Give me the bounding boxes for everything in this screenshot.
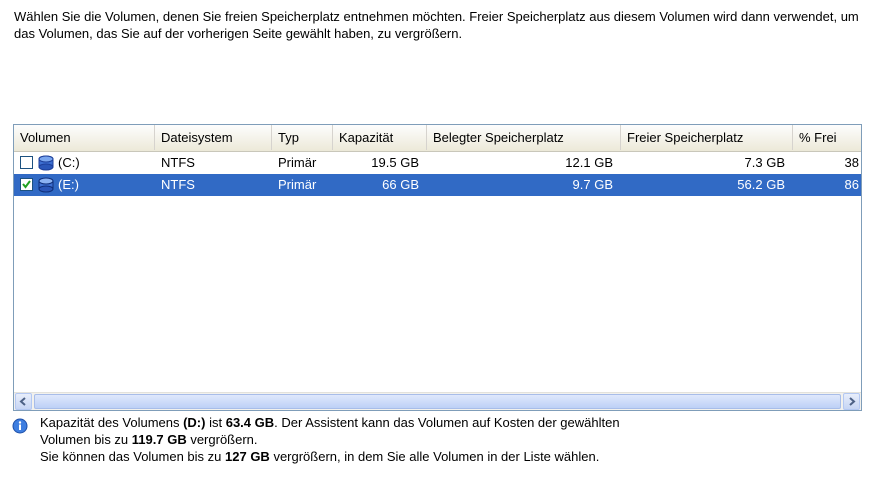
volume-list[interactable]: Volumen Dateisystem Typ Kapazität Belegt… [13,124,862,411]
table-row[interactable]: (E:) NTFS Primär 66 GB 9.7 GB 56.2 GB 86 [14,174,861,196]
instruction-text: Wählen Sie die Volumen, denen Sie freien… [14,9,859,41]
column-header-kapazitaet[interactable]: Kapazität [333,125,427,150]
list-header: Volumen Dateisystem Typ Kapazität Belegt… [14,125,861,152]
row-checkbox[interactable] [20,156,33,169]
column-header-typ[interactable]: Typ [272,125,333,150]
table-row[interactable]: (C:) NTFS Primär 19.5 GB 12.1 GB 7.3 GB … [14,152,861,174]
free-space: 7.3 GB [744,155,785,170]
used-space: 9.7 GB [572,177,613,192]
column-header-frei[interactable]: Freier Speicherplatz [621,125,793,150]
row-checkbox[interactable] [20,178,33,191]
percent-free: 86 [844,177,859,192]
filesystem: NTFS [161,177,195,192]
volume-name: (C:) [58,155,80,170]
used-space: 12.1 GB [565,155,613,170]
horizontal-scrollbar[interactable] [14,392,861,410]
free-space: 56.2 GB [737,177,785,192]
column-header-volumen[interactable]: Volumen [14,125,155,150]
checkmark-icon [22,180,31,189]
arrow-left-icon [19,397,26,406]
info-icon [12,418,28,434]
filesystem: NTFS [161,155,195,170]
volume-name: (E:) [58,177,79,192]
capacity: 66 GB [382,177,419,192]
column-header-belegt[interactable]: Belegter Speicherplatz [427,125,621,150]
column-header-prozent-frei[interactable]: % Frei [793,125,861,150]
capacity: 19.5 GB [371,155,419,170]
info-line-1: Kapazität des Volumens (D:) ist 63.4 GB.… [40,415,620,430]
info-line-2: Volumen bis zu 119.7 GB vergrößern. [40,432,258,447]
scroll-thumb[interactable] [34,394,841,409]
disk-icon [37,154,55,172]
scroll-left-button[interactable] [15,393,32,410]
info-line-3: Sie können das Volumen bis zu 127 GB ver… [40,449,600,464]
volume-type: Primär [278,177,317,192]
percent-free: 38 [844,155,859,170]
disk-icon [37,176,55,194]
volume-type: Primär [278,155,317,170]
arrow-right-icon [849,397,856,406]
column-header-dateisystem[interactable]: Dateisystem [155,125,272,150]
scroll-right-button[interactable] [843,393,860,410]
